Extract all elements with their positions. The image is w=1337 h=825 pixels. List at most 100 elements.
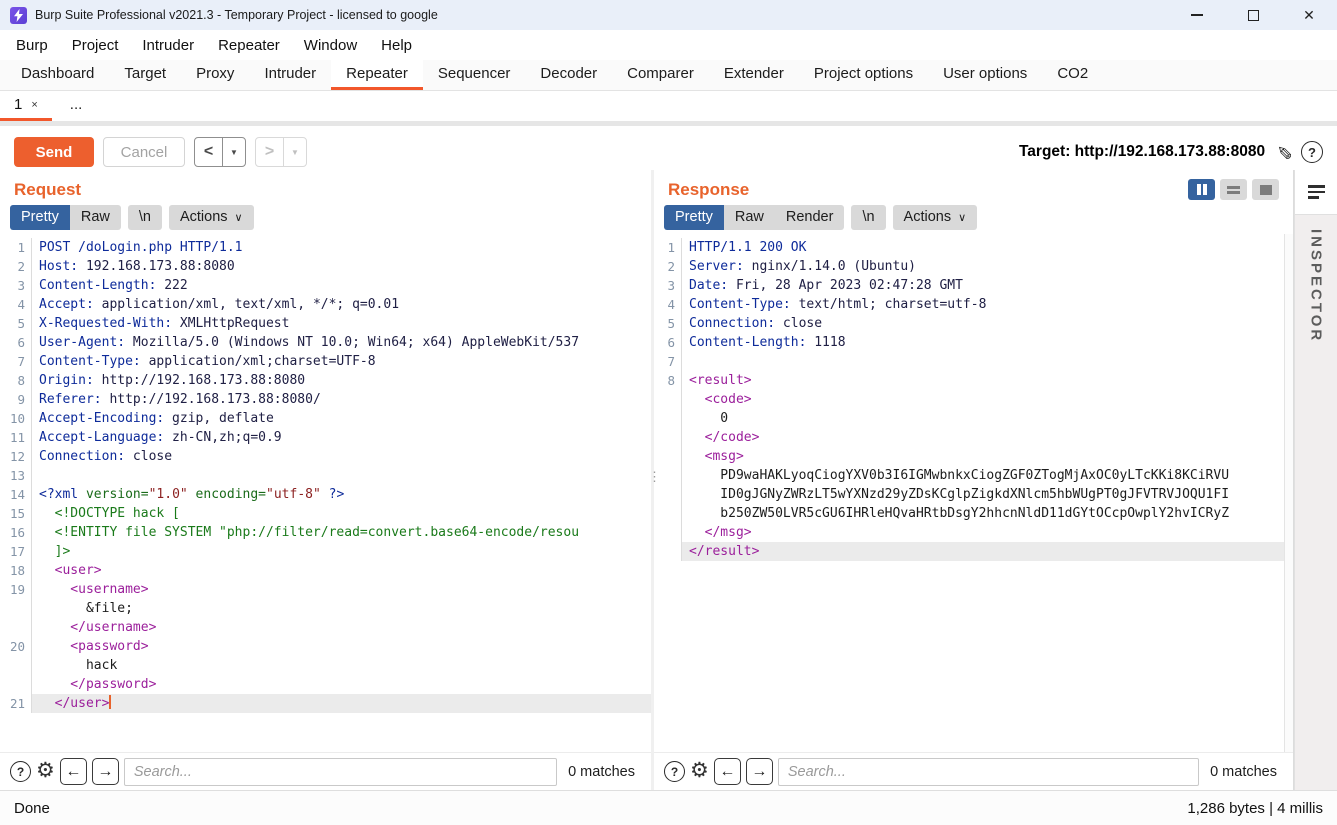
- search-next-button[interactable]: →: [92, 758, 119, 785]
- layout-buttons: [1188, 179, 1279, 200]
- menu-bar: BurpProjectIntruderRepeaterWindowHelp: [0, 30, 1337, 60]
- code-row: 3Content-Length: 222: [0, 276, 651, 295]
- line-number: 5: [654, 314, 682, 333]
- code-text: [32, 466, 651, 485]
- line-number: [654, 466, 682, 485]
- search-prev-button[interactable]: ←: [60, 758, 87, 785]
- edit-target-icon[interactable]: ✎: [1272, 144, 1295, 160]
- code-text: </msg>: [682, 523, 1293, 542]
- code-row: 10Accept-Encoding: gzip, deflate: [0, 409, 651, 428]
- tab-sequencer[interactable]: Sequencer: [423, 60, 526, 90]
- inspector-menu-icon[interactable]: [1295, 170, 1337, 215]
- code-text: Origin: http://192.168.173.88:8080: [32, 371, 651, 390]
- code-row: &file;: [0, 599, 651, 618]
- help-icon[interactable]: ?: [1301, 141, 1323, 163]
- search-next-button[interactable]: →: [746, 758, 773, 785]
- search-help-icon[interactable]: ?: [664, 761, 685, 782]
- request-tab-pretty[interactable]: Pretty: [10, 205, 70, 230]
- tab-proxy[interactable]: Proxy: [181, 60, 249, 90]
- code-row: 18 <user>: [0, 561, 651, 580]
- send-button[interactable]: Send: [14, 137, 94, 167]
- history-back-button[interactable]: < ▼: [194, 137, 246, 167]
- response-scrollbar[interactable]: [1284, 234, 1293, 752]
- line-number: 17: [0, 542, 32, 561]
- code-text: Accept-Language: zh-CN,zh;q=0.9: [32, 428, 651, 447]
- layout-columns-button[interactable]: [1188, 179, 1215, 200]
- line-number: 18: [0, 561, 32, 580]
- tab-decoder[interactable]: Decoder: [525, 60, 612, 90]
- search-prev-button[interactable]: ←: [714, 758, 741, 785]
- menu-intruder[interactable]: Intruder: [130, 33, 206, 58]
- repeater-tab-1[interactable]: 1 ×: [0, 91, 52, 121]
- response-tab-render[interactable]: Render: [775, 205, 845, 230]
- code-text: Accept: application/xml, text/xml, */*; …: [32, 295, 651, 314]
- menu-project[interactable]: Project: [60, 33, 131, 58]
- line-number: 2: [654, 257, 682, 276]
- maximize-button[interactable]: [1225, 0, 1281, 30]
- menu-burp[interactable]: Burp: [4, 33, 60, 58]
- close-button[interactable]: ✕: [1281, 0, 1337, 30]
- line-number: 19: [0, 580, 32, 599]
- forward-dropdown-icon[interactable]: ▼: [284, 148, 306, 157]
- code-text: Server: nginx/1.14.0 (Ubuntu): [682, 257, 1293, 276]
- inspector-collapsed-panel[interactable]: INSPECTOR: [1295, 215, 1337, 790]
- code-text: PD9waHAKLyoqCiogYXV0b3I6IGMwbnkxCiogZGF0…: [682, 466, 1293, 485]
- code-row: 5Connection: close: [654, 314, 1293, 333]
- line-number: 16: [0, 523, 32, 542]
- code-text: </result>: [682, 542, 1293, 561]
- response-tab-actions[interactable]: Actions∨: [893, 205, 978, 230]
- tab-intruder[interactable]: Intruder: [249, 60, 331, 90]
- minimize-button[interactable]: [1169, 0, 1225, 30]
- tab-dashboard[interactable]: Dashboard: [6, 60, 109, 90]
- cancel-button[interactable]: Cancel: [103, 137, 185, 167]
- line-number: 9: [0, 390, 32, 409]
- layout-rows-button[interactable]: [1220, 179, 1247, 200]
- search-settings-icon[interactable]: ⚙: [36, 760, 55, 781]
- request-tab-raw[interactable]: Raw: [70, 205, 121, 230]
- tab-comparer[interactable]: Comparer: [612, 60, 709, 90]
- tab-target[interactable]: Target: [109, 60, 181, 90]
- line-number: [654, 409, 682, 428]
- back-dropdown-icon[interactable]: ▼: [223, 148, 245, 157]
- response-viewer[interactable]: 1HTTP/1.1 200 OK2Server: nginx/1.14.0 (U…: [654, 234, 1293, 752]
- repeater-tab-more[interactable]: ...: [52, 91, 101, 121]
- repeater-toolbar: Send Cancel < ▼ > ▼ Target: http://192.1…: [0, 131, 1337, 174]
- request-tab-n[interactable]: \n: [128, 205, 162, 230]
- code-row: 9Referer: http://192.168.173.88:8080/: [0, 390, 651, 409]
- repeater-tab-1-label: 1: [14, 96, 22, 113]
- code-text: ]>: [32, 542, 651, 561]
- minimize-icon: [1191, 14, 1203, 16]
- tab-close-icon[interactable]: ×: [31, 99, 37, 111]
- menu-help[interactable]: Help: [369, 33, 424, 58]
- line-number: [0, 618, 32, 637]
- layout-single-button[interactable]: [1252, 179, 1279, 200]
- tab-co2[interactable]: CO2: [1042, 60, 1103, 90]
- line-number: [654, 447, 682, 466]
- code-text: POST /doLogin.php HTTP/1.1: [32, 238, 651, 257]
- menu-repeater[interactable]: Repeater: [206, 33, 292, 58]
- history-forward-button[interactable]: > ▼: [255, 137, 307, 167]
- tab-repeater[interactable]: Repeater: [331, 60, 423, 90]
- code-text: <msg>: [682, 447, 1293, 466]
- tab-extender[interactable]: Extender: [709, 60, 799, 90]
- tab-project-options[interactable]: Project options: [799, 60, 928, 90]
- workspace: Request PrettyRaw\nActions∨ 1POST /doLog…: [0, 170, 1337, 790]
- response-tab-raw[interactable]: Raw: [724, 205, 775, 230]
- search-help-icon[interactable]: ?: [10, 761, 31, 782]
- menu-window[interactable]: Window: [292, 33, 369, 58]
- search-settings-icon[interactable]: ⚙: [690, 760, 709, 781]
- response-tab-n[interactable]: \n: [851, 205, 885, 230]
- line-number: [654, 485, 682, 504]
- tab-user-options[interactable]: User options: [928, 60, 1042, 90]
- code-row: </result>: [654, 542, 1293, 561]
- code-text: Content-Length: 1118: [682, 333, 1293, 352]
- response-search-input[interactable]: [778, 758, 1199, 786]
- status-text: Done: [14, 800, 50, 817]
- request-tab-actions[interactable]: Actions∨: [169, 205, 254, 230]
- code-text: ID0gJGNyZWRzLT5wYXNzd29yZDsKCglpZigkdXNl…: [682, 485, 1293, 504]
- request-editor[interactable]: 1POST /doLogin.php HTTP/1.12Host: 192.16…: [0, 234, 651, 752]
- response-tab-pretty[interactable]: Pretty: [664, 205, 724, 230]
- code-row: b250ZW50LVR5cGU6IHRleHQvaHRtbDsgY2hhcnNl…: [654, 504, 1293, 523]
- request-search-input[interactable]: [124, 758, 557, 786]
- code-row: 12Connection: close: [0, 447, 651, 466]
